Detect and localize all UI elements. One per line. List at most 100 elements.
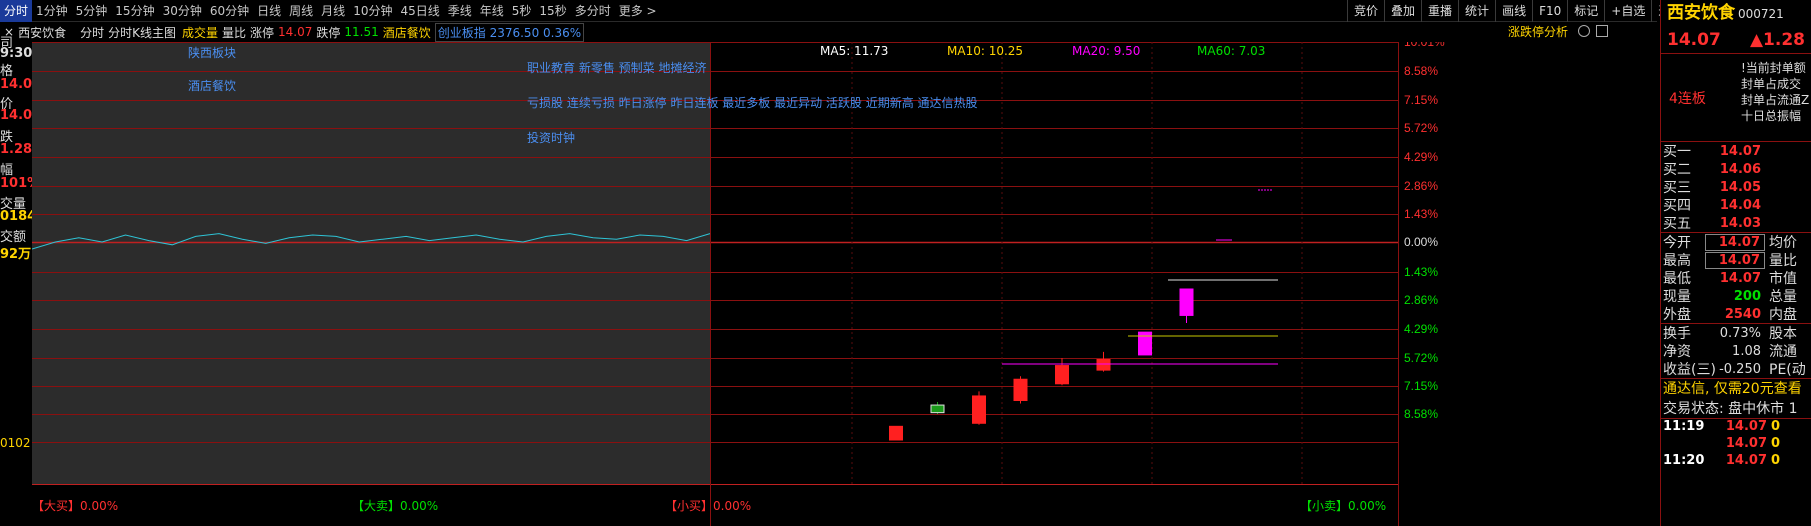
quote-price-row: 14.07 ▲1.28 xyxy=(1661,30,1811,54)
tick-price: 14.07 xyxy=(1725,453,1767,468)
board-stat: !当前封单额 xyxy=(1741,61,1806,75)
period-tab[interactable]: 5分钟 xyxy=(72,0,112,22)
toolbar-button[interactable]: 统计 xyxy=(1458,0,1495,22)
right-axis-label: 4.29% xyxy=(1404,322,1438,336)
period-tab[interactable]: 15分钟 xyxy=(111,0,158,22)
index-ticker[interactable]: 创业板指 2376.50 0.36% xyxy=(434,22,585,42)
board-stat: 封单占流通Z xyxy=(1741,93,1810,107)
quote-label: 现量 xyxy=(1663,289,1691,305)
annotation-industry[interactable]: 酒店餐饮 xyxy=(188,77,236,94)
quote-stats: 今开 14.07 均价 最高 14.07 量比 最低 14.07 市值 现量 200 总量 外盘 2540… xyxy=(1661,233,1811,324)
fundamental-value: 0.73% xyxy=(1719,325,1761,341)
fundamentals: 换手 0.73% 股本 净资 1.08 流通 收益(三) -0.250 PE(动 xyxy=(1661,324,1811,379)
period-tab[interactable]: 1分钟 xyxy=(32,0,72,22)
expand-icon[interactable] xyxy=(1596,25,1608,37)
period-tab[interactable]: 5秒 xyxy=(508,0,536,22)
toolbar-button[interactable]: 竞价 xyxy=(1347,0,1384,22)
sector-label[interactable]: 酒店餐饮 xyxy=(383,24,431,41)
quote-label-secondary: 均价 xyxy=(1769,235,1797,251)
period-tab[interactable]: 年线 xyxy=(476,0,508,22)
tick-list: 11:19 14.07 0 14.07 0 11:20 14.07 0 xyxy=(1661,419,1811,470)
period-tab[interactable]: 30分钟 xyxy=(159,0,206,22)
trading-status: 交易状态: 盘中休市 1 xyxy=(1661,399,1811,419)
toolbar-button[interactable]: 叠加 xyxy=(1384,0,1421,22)
ma10-label: MA10: 10.25 xyxy=(947,44,1024,58)
right-axis-label: 1.43% xyxy=(1404,265,1438,279)
order-book-row: 买四 14.04 xyxy=(1661,196,1811,215)
right-axis-label: 2.86% xyxy=(1404,293,1438,307)
quote-row: 最低 14.07 市值 xyxy=(1661,269,1811,288)
limit-up-value: 14.07 xyxy=(278,25,313,39)
chart-info-bar: × 西安饮食 分时 分时K线主图 成交量 量比 涨停 14.07 跌停 11.5… xyxy=(0,22,1614,42)
tick-row: 11:20 14.07 0 xyxy=(1661,453,1811,470)
side-strip-item: 92万 xyxy=(0,247,32,262)
fundamental-label: 收益(三) xyxy=(1663,362,1716,378)
period-tab[interactable]: 10分钟 xyxy=(349,0,396,22)
period-tab[interactable]: 分时 xyxy=(0,0,33,22)
kline-chart[interactable]: 2.792.612.422.242.061.881.6910.01%8.58%7… xyxy=(32,42,1614,526)
tick-row: 11:19 14.07 0 xyxy=(1661,419,1811,436)
tab-intraday[interactable]: 分时 xyxy=(80,24,104,41)
small-buy-flow: 【小买】0.00% xyxy=(665,499,752,513)
toolbar-button[interactable]: +自选 xyxy=(1604,0,1651,22)
right-axis-label: 0.00% xyxy=(1404,235,1438,249)
quote-value: 14.07 xyxy=(1719,270,1761,286)
board-stat: 十日总振幅 xyxy=(1741,109,1802,123)
big-sell-flow: 【大卖】0.00% xyxy=(352,499,439,513)
quote-stock-name: 西安饮食 xyxy=(1667,3,1735,23)
tick-price: 14.07 xyxy=(1725,436,1767,451)
period-tab[interactable]: 更多 > xyxy=(615,0,661,22)
candle-body xyxy=(972,395,986,424)
quote-label: 最高 xyxy=(1663,253,1691,269)
period-tab[interactable]: 60分钟 xyxy=(206,0,253,22)
chart-canvas: 2.792.612.422.242.061.881.6910.01%8.58%7… xyxy=(32,42,1445,526)
annotation-concepts-1[interactable]: 职业教育 新零售 预制菜 地摊经济 xyxy=(527,59,706,76)
candle-body xyxy=(1013,378,1028,402)
toolbar-button[interactable]: 画线 xyxy=(1495,0,1532,22)
quote-value: 14.07 xyxy=(1705,251,1765,269)
fundamental-row: 收益(三) -0.250 PE(动 xyxy=(1661,360,1811,379)
candle-body xyxy=(930,404,945,414)
tick-time: 11:20 xyxy=(1663,453,1705,468)
order-book-row: 买一 14.07 xyxy=(1661,142,1811,161)
period-tab[interactable]: 日线 xyxy=(253,0,285,22)
period-tab[interactable]: 15秒 xyxy=(535,0,570,22)
toolbar-button[interactable]: 标记 xyxy=(1567,0,1604,22)
quote-row: 外盘 2540 内盘 xyxy=(1661,305,1811,324)
side-strip-item: 1.28 xyxy=(0,142,33,157)
side-strip-item: 0184 xyxy=(0,209,37,224)
order-book-price: 14.03 xyxy=(1719,215,1761,231)
consecutive-limit-tag: 4连板 xyxy=(1669,91,1706,107)
period-tab[interactable]: 45日线 xyxy=(396,0,443,22)
ma5-label: MA5: 11.73 xyxy=(820,44,889,58)
toolbar-button[interactable]: F10 xyxy=(1532,0,1567,22)
toolbar-button[interactable]: 重播 xyxy=(1421,0,1458,22)
order-book-price: 14.04 xyxy=(1719,197,1761,213)
annotation-concepts-3[interactable]: 投资时钟 xyxy=(527,129,575,146)
chart-toolbar: 竞价叠加重播统计画线F10标记+自选返回 xyxy=(1347,0,1688,22)
period-tab[interactable]: 周线 xyxy=(285,0,317,22)
fundamental-label: 换手 xyxy=(1663,326,1691,342)
order-book-label: 买二 xyxy=(1663,162,1691,178)
limit-analysis-button[interactable]: 涨跌停分析 xyxy=(1508,23,1568,40)
period-tab[interactable]: 季线 xyxy=(444,0,476,22)
order-book-label: 买五 xyxy=(1663,216,1691,232)
order-book: 买一 14.07 买二 14.06 买三 14.05 买四 14.04 买五 14.03 xyxy=(1661,142,1811,233)
quote-change: ▲1.28 xyxy=(1749,30,1805,50)
big-buy-flow: 【大买】0.00% xyxy=(32,499,119,513)
period-tab[interactable]: 月线 xyxy=(317,0,349,22)
promo-banner[interactable]: 通达信, 仅需20元查看 xyxy=(1661,379,1811,399)
annotation-region[interactable]: 陕西板块 xyxy=(188,44,236,61)
order-book-label: 买三 xyxy=(1663,180,1691,196)
volume-label: 成交量 xyxy=(181,25,218,40)
settings-icon[interactable] xyxy=(1578,25,1590,37)
right-axis-label: 7.15% xyxy=(1404,93,1438,107)
annotation-concepts-2[interactable]: 亏损股 连续亏损 昨日涨停 昨日连板 最近多板 最近异动 活跃股 近期新高 通达… xyxy=(527,94,978,111)
fundamental-label-secondary: 股本 xyxy=(1769,326,1797,342)
limit-up-label: 涨停 xyxy=(250,25,275,40)
period-tab[interactable]: 多分时 xyxy=(571,0,615,22)
fundamental-label-secondary: 流通 xyxy=(1769,344,1797,360)
quote-stock-code: 000721 xyxy=(1738,7,1784,21)
tab-intraday-kline[interactable]: 分时K线主图 xyxy=(108,24,176,41)
right-axis-label: 8.58% xyxy=(1404,64,1438,78)
